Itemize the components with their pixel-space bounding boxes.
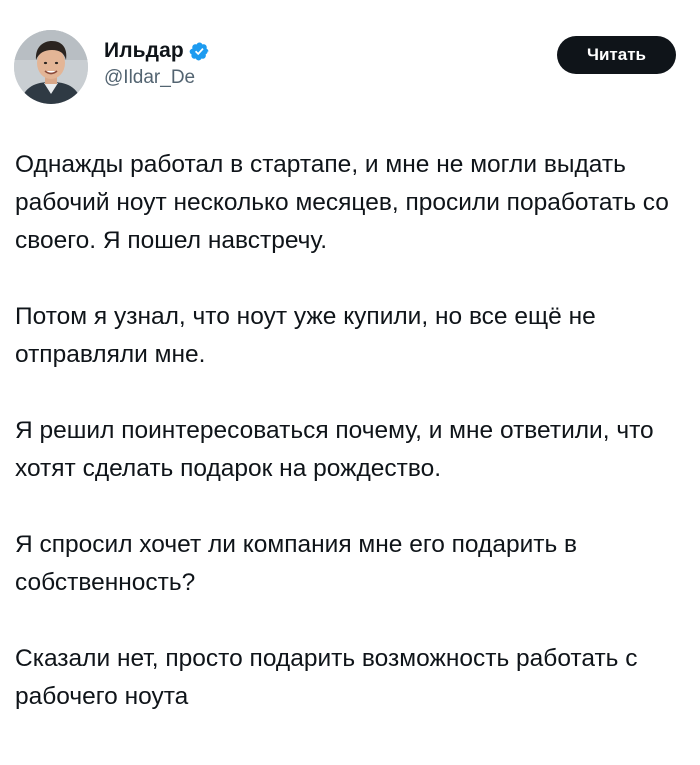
- name-row: Ильдар: [104, 38, 210, 64]
- author-handle[interactable]: @Ildar_De: [104, 67, 210, 89]
- tweet-text: Однажды работал в стартапе, и мне не мог…: [15, 146, 685, 716]
- read-button[interactable]: Читать: [557, 36, 676, 74]
- tweet-paragraph: Сказали нет, просто подарить возможность…: [15, 645, 638, 710]
- tweet-paragraph: Потом я узнал, что ноут уже купили, но в…: [15, 303, 596, 368]
- author-info: Ильдар @Ildar_De: [104, 38, 210, 89]
- tweet-paragraph: Однажды работал в стартапе, и мне не мог…: [15, 151, 669, 254]
- tweet-paragraph: Я решил поинтересоваться почему, и мне о…: [15, 417, 654, 482]
- tweet-paragraph: Я спросил хочет ли компания мне его пода…: [15, 531, 578, 596]
- tweet-header: Ильдар @Ildar_De Читать: [0, 0, 700, 120]
- avatar[interactable]: [14, 30, 88, 104]
- verified-badge-icon: [189, 41, 210, 62]
- author-display-name[interactable]: Ильдар: [104, 39, 184, 63]
- avatar-image: [14, 30, 88, 104]
